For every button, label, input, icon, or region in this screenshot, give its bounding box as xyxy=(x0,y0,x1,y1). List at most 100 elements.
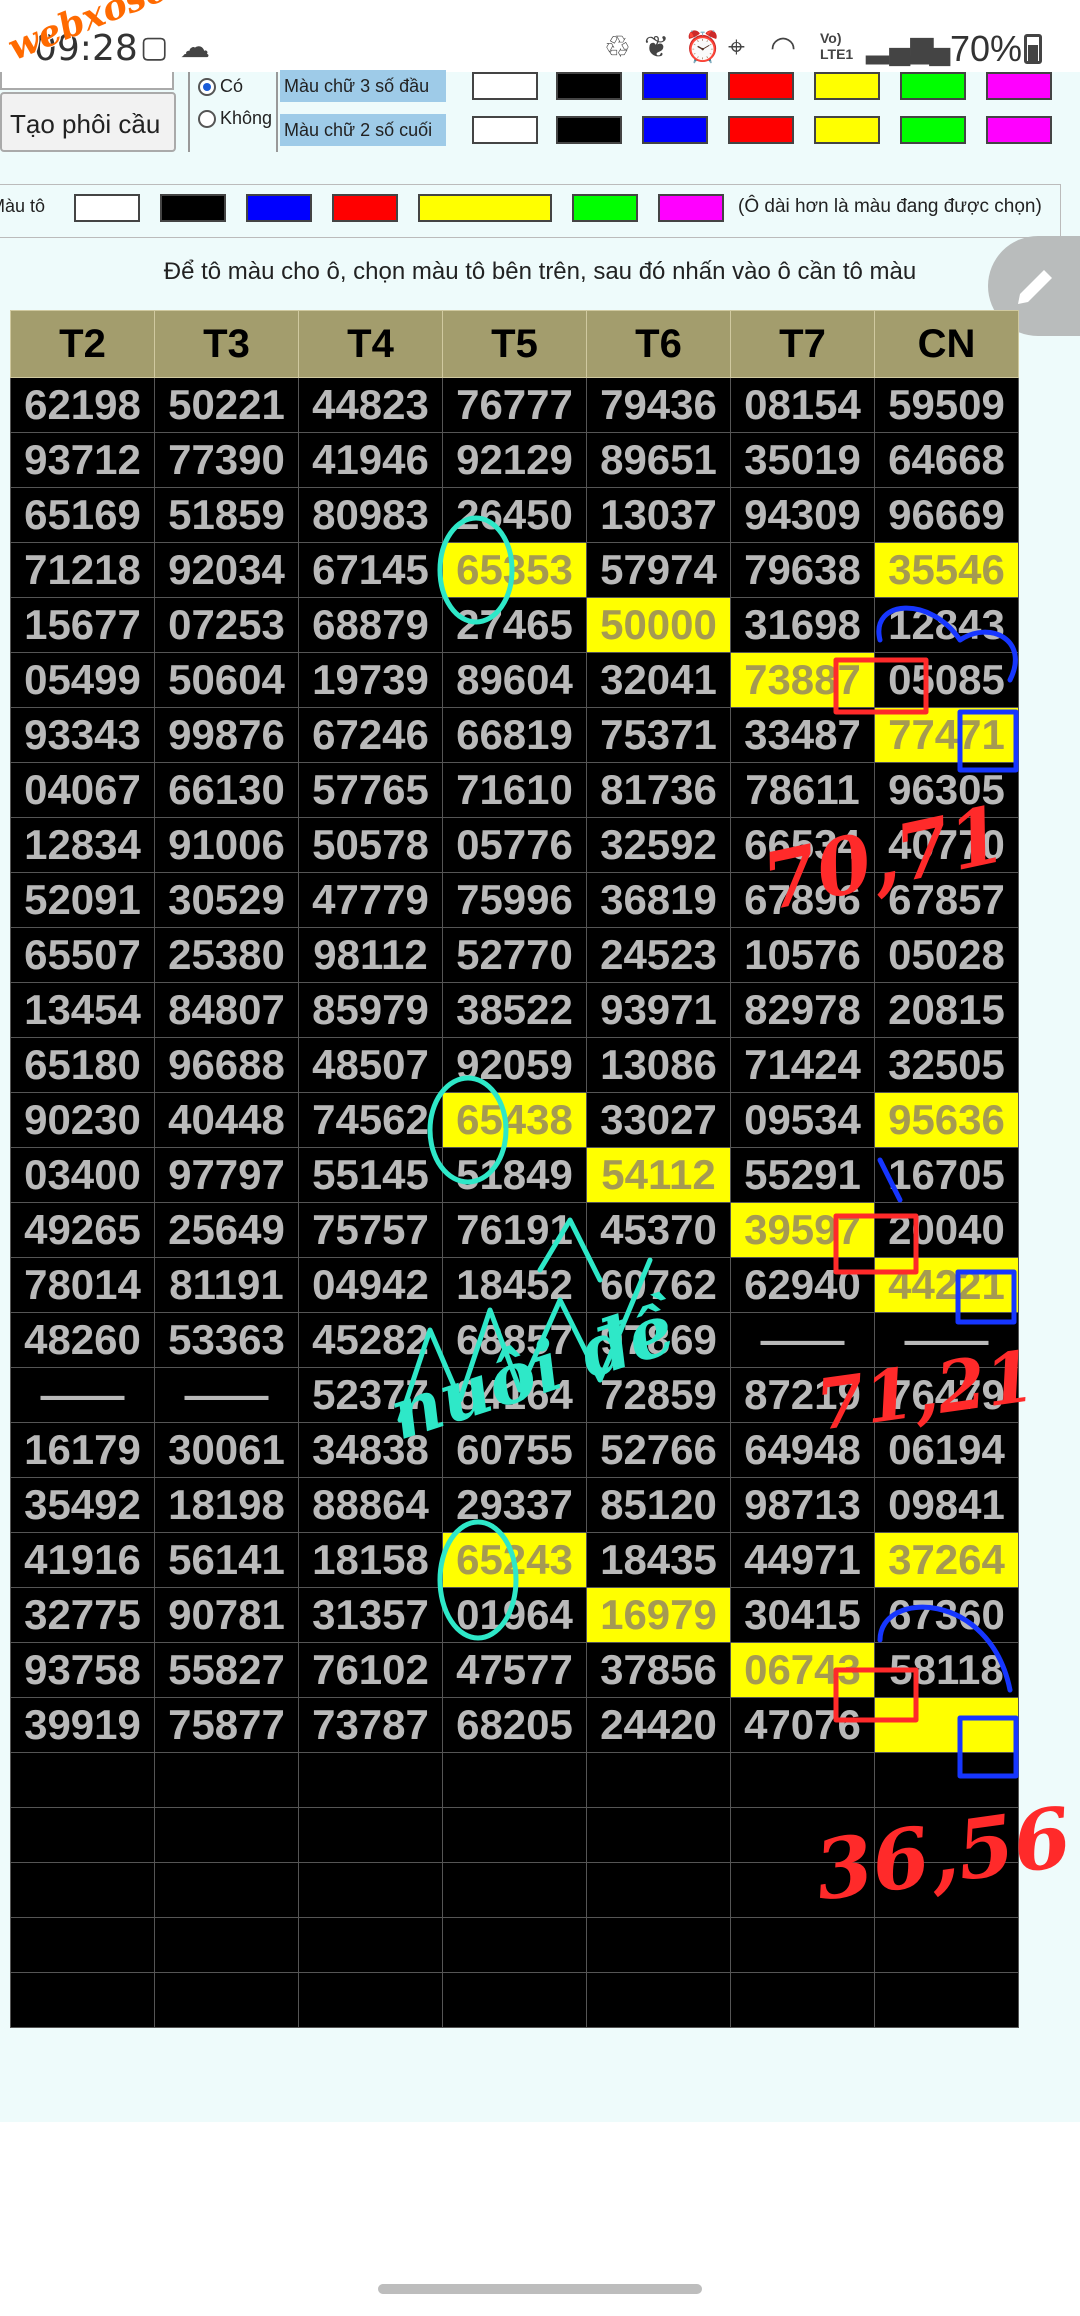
grid-cell[interactable]: 93971 xyxy=(586,982,731,1038)
grid-cell[interactable]: 32505 xyxy=(874,1037,1019,1093)
grid-cell[interactable] xyxy=(730,1807,875,1863)
grid-cell[interactable]: 71610 xyxy=(442,762,587,818)
first3-swatch-1[interactable] xyxy=(556,72,622,100)
paint-swatch-3[interactable] xyxy=(332,194,398,222)
last2-swatch-0[interactable] xyxy=(472,116,538,144)
grid-cell[interactable]: 18158 xyxy=(298,1532,443,1588)
grid-cell[interactable]: 09841 xyxy=(874,1477,1019,1533)
grid-cell[interactable]: 40448 xyxy=(154,1092,299,1148)
grid-cell[interactable]: 52377 xyxy=(298,1367,443,1423)
grid-cell[interactable]: 81736 xyxy=(586,762,731,818)
grid-cell[interactable]: 05085 xyxy=(874,652,1019,708)
grid-cell[interactable]: 66130 xyxy=(154,762,299,818)
grid-cell[interactable]: 75877 xyxy=(154,1697,299,1753)
grid-cell[interactable]: 05499 xyxy=(10,652,155,708)
grid-cell[interactable]: 55827 xyxy=(154,1642,299,1698)
first3-swatch-2[interactable] xyxy=(642,72,708,100)
grid-cell[interactable]: 98112 xyxy=(298,927,443,983)
grid-cell[interactable]: 45370 xyxy=(586,1202,731,1258)
grid-cell[interactable]: 82978 xyxy=(730,982,875,1038)
grid-cell[interactable]: 30529 xyxy=(154,872,299,928)
grid-cell[interactable]: 51849 xyxy=(442,1147,587,1203)
grid-cell[interactable]: 92034 xyxy=(154,542,299,598)
last2-swatch-3[interactable] xyxy=(728,116,794,144)
grid-cell[interactable]: 90230 xyxy=(10,1092,155,1148)
grid-cell[interactable] xyxy=(298,1752,443,1808)
grid-cell[interactable] xyxy=(298,1917,443,1973)
grid-cell[interactable]: 65243 xyxy=(442,1532,587,1588)
grid-cell[interactable]: 97797 xyxy=(154,1147,299,1203)
last2-swatch-2[interactable] xyxy=(642,116,708,144)
grid-cell[interactable]: 57974 xyxy=(586,542,731,598)
grid-cell[interactable]: 64668 xyxy=(874,432,1019,488)
grid-cell[interactable]: 77471 xyxy=(874,707,1019,763)
grid-cell[interactable]: 36819 xyxy=(586,872,731,928)
grid-cell[interactable]: 96305 xyxy=(874,762,1019,818)
grid-cell[interactable]: 26450 xyxy=(442,487,587,543)
grid-cell[interactable]: 93343 xyxy=(10,707,155,763)
grid-cell[interactable]: 13454 xyxy=(10,982,155,1038)
grid-cell[interactable]: 67360 xyxy=(874,1587,1019,1643)
grid-cell[interactable]: 16979 xyxy=(586,1587,731,1643)
grid-cell[interactable]: 60762 xyxy=(586,1257,731,1313)
grid-cell[interactable]: 47779 xyxy=(298,872,443,928)
grid-cell[interactable]: 32592 xyxy=(586,817,731,873)
grid-cell[interactable]: 48507 xyxy=(298,1037,443,1093)
grid-cell[interactable]: —— xyxy=(874,1312,1019,1368)
grid-cell[interactable] xyxy=(730,1752,875,1808)
paint-swatch-1[interactable] xyxy=(160,194,226,222)
grid-cell[interactable]: 05028 xyxy=(874,927,1019,983)
grid-cell[interactable]: 96688 xyxy=(154,1037,299,1093)
paint-swatch-5[interactable] xyxy=(572,194,638,222)
grid-cell[interactable]: 66819 xyxy=(442,707,587,763)
grid-cell[interactable]: 56141 xyxy=(154,1532,299,1588)
grid-cell[interactable]: 24523 xyxy=(586,927,731,983)
grid-cell[interactable]: 67145 xyxy=(298,542,443,598)
grid-cell[interactable]: 50221 xyxy=(154,377,299,433)
grid-cell[interactable]: 40770 xyxy=(874,817,1019,873)
grid-cell[interactable]: 06194 xyxy=(874,1422,1019,1478)
grid-cell[interactable]: 53363 xyxy=(154,1312,299,1368)
grid-cell[interactable]: 27465 xyxy=(442,597,587,653)
grid-cell[interactable]: 39597 xyxy=(730,1202,875,1258)
grid-cell[interactable]: 60755 xyxy=(442,1422,587,1478)
grid-cell[interactable] xyxy=(874,1862,1019,1918)
grid-cell[interactable]: 37264 xyxy=(874,1532,1019,1588)
grid-cell[interactable]: 66534 xyxy=(730,817,875,873)
grid-cell[interactable] xyxy=(586,1972,731,2028)
grid-cell[interactable]: 71424 xyxy=(730,1037,875,1093)
grid-cell[interactable]: 10576 xyxy=(730,927,875,983)
generate-button[interactable]: Tạo phôi cầu xyxy=(0,92,176,152)
grid-cell[interactable]: 32775 xyxy=(10,1587,155,1643)
grid-cell[interactable]: 49265 xyxy=(10,1202,155,1258)
grid-cell[interactable]: 92129 xyxy=(442,432,587,488)
grid-cell[interactable]: 50578 xyxy=(298,817,443,873)
grid-cell[interactable]: 06743 xyxy=(730,1642,875,1698)
grid-cell[interactable] xyxy=(10,1862,155,1918)
grid-cell[interactable]: 55291 xyxy=(730,1147,875,1203)
grid-cell[interactable]: 04942 xyxy=(298,1257,443,1313)
grid-cell[interactable]: 68857 xyxy=(442,1312,587,1368)
grid-cell[interactable] xyxy=(442,1862,587,1918)
grid-cell[interactable]: 20040 xyxy=(874,1202,1019,1258)
grid-cell[interactable]: 12843 xyxy=(874,597,1019,653)
grid-cell[interactable]: 12834 xyxy=(10,817,155,873)
grid-cell[interactable]: 67246 xyxy=(298,707,443,763)
grid-cell[interactable]: 13086 xyxy=(586,1037,731,1093)
grid-cell[interactable] xyxy=(154,1752,299,1808)
grid-cell[interactable]: 89651 xyxy=(586,432,731,488)
grid-cell[interactable]: 30415 xyxy=(730,1587,875,1643)
grid-cell[interactable]: 65353 xyxy=(442,542,587,598)
grid-cell[interactable]: 25380 xyxy=(154,927,299,983)
grid-cell[interactable] xyxy=(874,1917,1019,1973)
grid-cell[interactable]: 93712 xyxy=(10,432,155,488)
grid-cell[interactable]: 76191 xyxy=(442,1202,587,1258)
grid-cell[interactable]: 15677 xyxy=(10,597,155,653)
grid-cell[interactable]: 76479 xyxy=(874,1367,1019,1423)
grid-cell[interactable]: 65180 xyxy=(10,1037,155,1093)
grid-cell[interactable]: 35019 xyxy=(730,432,875,488)
grid-cell[interactable]: 39919 xyxy=(10,1697,155,1753)
first3-swatch-4[interactable] xyxy=(814,72,880,100)
grid-cell[interactable]: 50604 xyxy=(154,652,299,708)
grid-cell[interactable]: 62198 xyxy=(10,377,155,433)
